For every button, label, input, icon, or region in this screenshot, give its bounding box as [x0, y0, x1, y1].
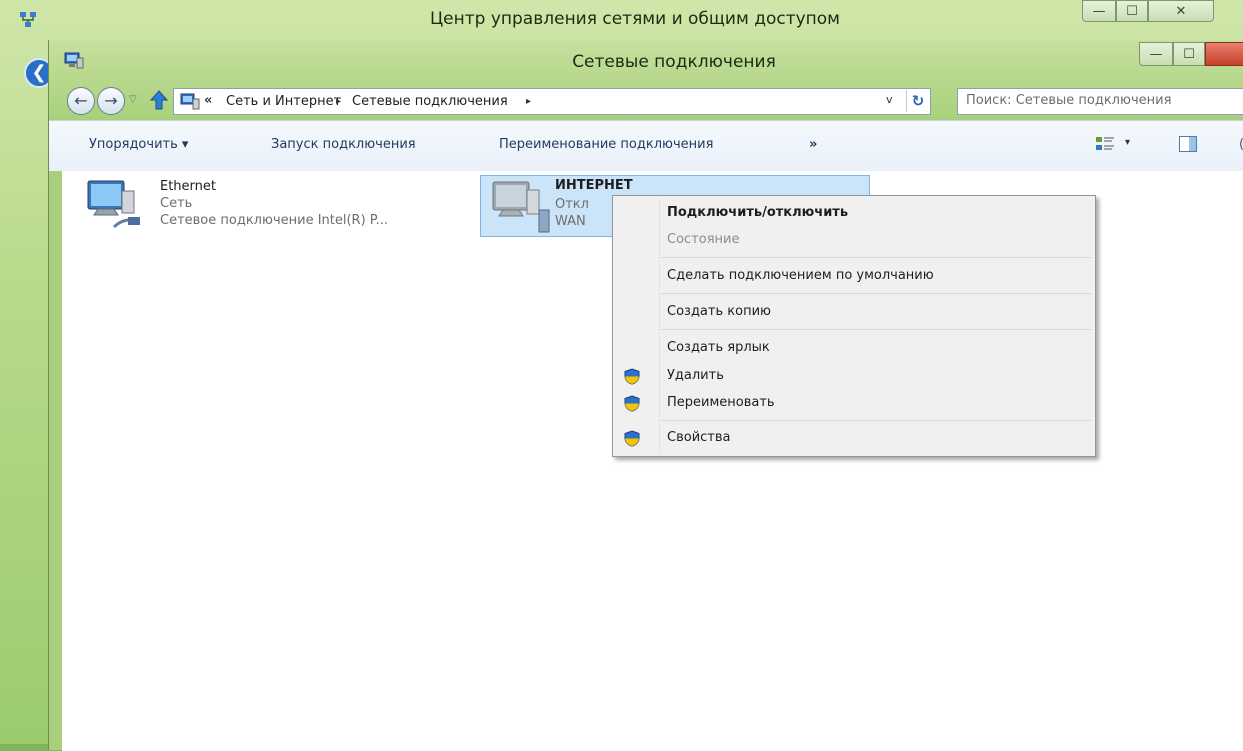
uac-shield-icon: [624, 430, 640, 447]
breadcrumb-overflow[interactable]: «: [204, 93, 212, 108]
menu-item-label: Создать ярлык: [667, 340, 770, 355]
help-button[interactable]: (: [1239, 137, 1243, 152]
breadcrumb-separator[interactable]: ▸: [336, 96, 341, 107]
menu-separator: [661, 329, 1091, 330]
connection-status: Откл: [555, 197, 589, 212]
uac-shield-icon: [624, 368, 640, 385]
inner-window-title: Сетевые подключения: [572, 52, 776, 72]
menu-item-create-copy[interactable]: Создать копию: [615, 300, 1093, 324]
connection-device: WAN: [555, 214, 586, 229]
menu-item-label: Состояние: [667, 232, 740, 247]
connection-item-ethernet[interactable]: Ethernet Сеть Сетевое подключение Intel(…: [74, 175, 464, 237]
connection-name: Ethernet: [160, 179, 216, 194]
inner-minimize-button[interactable]: —: [1139, 42, 1173, 66]
menu-separator: [661, 420, 1091, 421]
outer-maximize-button[interactable]: ☐: [1116, 0, 1148, 22]
start-connection-button[interactable]: Запуск подключения: [271, 137, 416, 152]
rename-connection-button[interactable]: Переименование подключения: [499, 137, 713, 152]
menu-item-label: Подключить/отключить: [667, 205, 849, 220]
inner-close-button[interactable]: [1205, 42, 1243, 66]
address-bar[interactable]: « Сеть и Интернет ▸ Сетевые подключения …: [173, 88, 931, 115]
ethernet-connection-icon: [87, 180, 140, 229]
breadcrumb-network-internet[interactable]: Сеть и Интернет: [226, 94, 341, 109]
breadcrumb-network-connections[interactable]: Сетевые подключения: [352, 94, 508, 109]
connection-status: Сеть: [160, 196, 193, 211]
inner-maximize-button[interactable]: ☐: [1173, 42, 1205, 66]
refresh-icon[interactable]: ↻: [906, 90, 929, 112]
back-arrow-icon[interactable]: ←: [67, 87, 95, 115]
outer-close-button[interactable]: ✕: [1148, 0, 1214, 22]
menu-item-rename[interactable]: Переименовать: [615, 391, 1093, 415]
menu-separator: [661, 257, 1091, 258]
menu-item-label: Переименовать: [667, 395, 775, 410]
recent-locations-dropdown[interactable]: ▽: [129, 94, 137, 105]
menu-item-properties[interactable]: Свойства: [615, 426, 1093, 450]
menu-item-label: Сделать подключением по умолчанию: [667, 268, 934, 283]
inner-titlebar[interactable]: Сетевые подключения — ☐: [49, 40, 1243, 84]
search-input[interactable]: Поиск: Сетевые подключения: [957, 88, 1243, 115]
view-options-chevron-icon[interactable]: ▾: [1125, 137, 1130, 148]
forward-arrow-icon[interactable]: →: [97, 87, 125, 115]
connection-name: ИНТЕРНЕТ: [555, 178, 633, 193]
change-view-icon[interactable]: [1095, 135, 1115, 153]
address-dropdown-icon[interactable]: v: [886, 93, 893, 106]
outer-window-title: Центр управления сетями и общим доступом: [429, 9, 841, 29]
network-folder-icon: [180, 93, 200, 110]
menu-item-connect-disconnect[interactable]: Подключить/отключить: [615, 201, 1093, 225]
preview-pane-icon[interactable]: [1179, 136, 1197, 152]
menu-separator: [661, 293, 1091, 294]
up-arrow-icon[interactable]: [149, 89, 169, 111]
menu-item-label: Удалить: [667, 368, 724, 383]
outer-minimize-button[interactable]: —: [1082, 0, 1116, 22]
breadcrumb-separator[interactable]: ▸: [526, 96, 531, 107]
command-bar: Упорядочить ▾ Запуск подключения Переиме…: [49, 120, 1243, 171]
menu-item-delete[interactable]: Удалить: [615, 364, 1093, 388]
organize-button[interactable]: Упорядочить ▾: [89, 137, 188, 152]
menu-item-create-shortcut[interactable]: Создать ярлык: [615, 336, 1093, 360]
menu-item-set-default[interactable]: Сделать подключением по умолчанию: [615, 264, 1093, 288]
more-commands-button[interactable]: »: [809, 137, 817, 152]
menu-item-label: Свойства: [667, 430, 731, 445]
navigation-bar: ← → ▽ « Сеть и Интернет ▸ Сетевые подклю…: [49, 84, 1243, 120]
menu-item-label: Создать копию: [667, 304, 771, 319]
menu-item-status[interactable]: Состояние: [615, 228, 1093, 252]
uac-shield-icon: [624, 395, 640, 412]
wan-connection-icon: [492, 181, 550, 233]
context-menu: Подключить/отключить Состояние Сделать п…: [612, 195, 1096, 457]
connection-device: Сетевое подключение Intel(R) P...: [160, 213, 388, 228]
outer-titlebar[interactable]: Центр управления сетями и общим доступом…: [0, 0, 1243, 40]
